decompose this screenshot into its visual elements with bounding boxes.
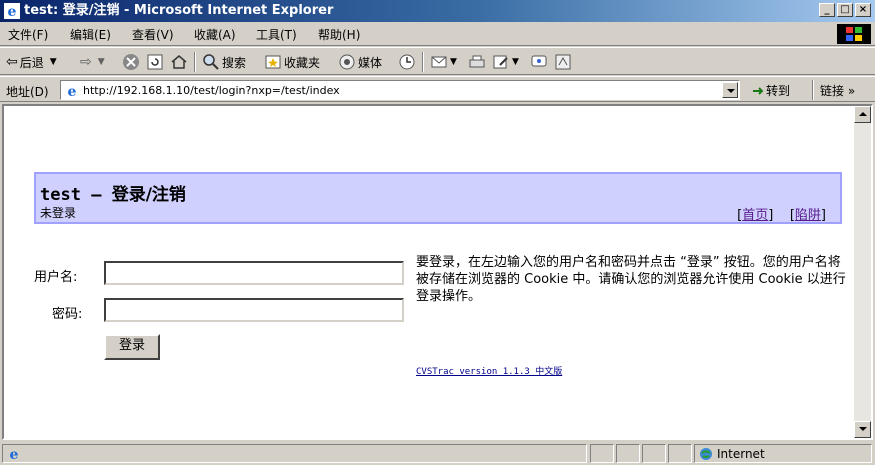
status-main: e [2, 444, 587, 463]
print-icon [469, 55, 485, 68]
search-label: 搜索 [222, 55, 247, 70]
chevron-down-icon: ▼ [450, 57, 457, 67]
go-arrow-icon [753, 86, 764, 95]
scroll-down-button[interactable] [854, 421, 871, 438]
address-label: 地址(D) [6, 85, 49, 99]
edit-button[interactable]: ▼ [492, 51, 519, 73]
media-button[interactable]: 媒体 [338, 51, 382, 73]
back-arrow-icon: ⇦ [6, 54, 18, 70]
messenger-button[interactable] [554, 51, 574, 73]
media-label: 媒体 [358, 55, 383, 70]
search-button[interactable]: 搜索 [202, 51, 246, 73]
links-button[interactable]: 链接 » [820, 82, 855, 99]
zone-label: Internet [717, 446, 765, 461]
page-title-text: 登录/注销 [111, 185, 186, 205]
history-icon [399, 54, 415, 70]
home-button[interactable] [170, 51, 190, 73]
discuss-button[interactable] [530, 51, 550, 73]
refresh-button[interactable] [146, 51, 166, 73]
svg-text:e: e [10, 447, 19, 462]
title-bar: e test: 登录/注销 - Microsoft Internet Explo… [0, 0, 875, 22]
login-status: 未登录 [40, 206, 77, 220]
chevron-down-icon: ▼ [49, 57, 57, 67]
ie-icon: e [4, 3, 20, 19]
media-icon [339, 54, 355, 70]
status-cell [642, 444, 666, 463]
status-cell [668, 444, 692, 463]
discuss-icon [531, 55, 547, 67]
stop-button[interactable] [122, 51, 142, 73]
svg-text:e: e [8, 4, 17, 19]
username-label: 用户名: [34, 270, 78, 285]
windows-logo-icon [837, 24, 871, 44]
refresh-icon [147, 54, 163, 70]
page-header: test – 登录/注销 未登录 [首页] [陷阱] [34, 172, 842, 224]
home-link[interactable]: 首页 [742, 208, 768, 223]
status-cell [590, 444, 614, 463]
mail-icon [431, 56, 447, 68]
address-separator [812, 80, 814, 100]
favorites-button[interactable]: 收藏夹 [264, 51, 320, 73]
print-button[interactable] [468, 51, 488, 73]
globe-icon [700, 447, 712, 460]
favorites-icon [265, 55, 281, 69]
forward-button[interactable]: ⇨ ▼ [80, 51, 105, 73]
address-bar: 地址(D) e http://192.168.1.10/test/login?n… [0, 76, 875, 102]
project-name: test [40, 185, 81, 205]
menu-bar: 文件(F) 编辑(E) 查看(V) 收藏(A) 工具(T) 帮助(H) [0, 22, 875, 46]
chevron-down-icon: ▼ [512, 57, 519, 67]
username-input[interactable] [104, 261, 404, 285]
stop-icon [123, 54, 139, 70]
login-button[interactable]: 登录 [104, 334, 160, 360]
page-title: test – 登录/注销 [40, 180, 186, 205]
minimize-button[interactable]: _ [819, 3, 835, 17]
edit-icon [493, 55, 508, 69]
svg-text:e: e [68, 84, 77, 99]
forward-arrow-icon: ⇨ [80, 54, 92, 70]
menu-view[interactable]: 查看(V) [132, 26, 174, 43]
password-label: 密码: [52, 307, 83, 322]
security-zone: Internet [694, 444, 872, 463]
menu-file[interactable]: 文件(F) [8, 26, 48, 43]
back-button[interactable]: ⇦ 后退 ▼ [6, 51, 57, 73]
toolbar-separator [194, 52, 196, 72]
login-help-text: 要登录，在左边输入您的用户名和密码并点击 “登录” 按钮。您的用户名将被存储在浏… [416, 255, 846, 304]
password-input[interactable] [104, 298, 404, 322]
home-icon [171, 55, 187, 69]
back-label: 后退 [19, 55, 44, 70]
go-button[interactable]: 转到 [750, 82, 790, 99]
close-button[interactable]: × [855, 3, 871, 17]
address-input[interactable]: e http://192.168.1.10/test/login?nxp=/te… [60, 80, 740, 100]
menu-edit[interactable]: 编辑(E) [70, 26, 111, 43]
version-link[interactable]: CVSTrac version 1.1.3 中文版 [416, 364, 562, 377]
menu-help[interactable]: 帮助(H) [318, 26, 360, 43]
menu-tools[interactable]: 工具(T) [256, 26, 297, 43]
favorites-label: 收藏夹 [284, 55, 321, 70]
trap-link[interactable]: 陷阱 [795, 208, 821, 223]
page-status-icon: e [10, 447, 19, 462]
go-label: 转到 [766, 84, 791, 98]
window-title: test: 登录/注销 - Microsoft Internet Explore… [24, 3, 334, 18]
messenger-icon [555, 54, 571, 70]
history-button[interactable] [398, 51, 418, 73]
mail-button[interactable]: ▼ [430, 51, 457, 73]
address-dropdown-button[interactable] [722, 82, 738, 98]
header-links: [首页] [陷阱] [737, 208, 826, 223]
status-bar: e Internet [0, 441, 875, 465]
menu-favorites[interactable]: 收藏(A) [194, 26, 236, 43]
vertical-scrollbar[interactable] [854, 106, 871, 438]
title-dash: – [91, 185, 102, 205]
scroll-up-button[interactable] [854, 106, 871, 123]
search-icon [203, 54, 219, 70]
toolbar: ⇦ 后退 ▼ ⇨ ▼ 搜索 收藏夹 媒体 ▼ ▼ [0, 47, 875, 75]
ie-page-icon: e [64, 83, 80, 99]
status-cell [616, 444, 640, 463]
toolbar-separator [422, 52, 424, 72]
page-viewport: test – 登录/注销 未登录 [首页] [陷阱] 用户名: 密码: 登录 要… [2, 104, 873, 440]
maximize-button[interactable]: □ [837, 3, 853, 17]
chevron-down-icon: ▼ [97, 57, 105, 67]
address-url: http://192.168.1.10/test/login?nxp=/test… [83, 84, 340, 97]
